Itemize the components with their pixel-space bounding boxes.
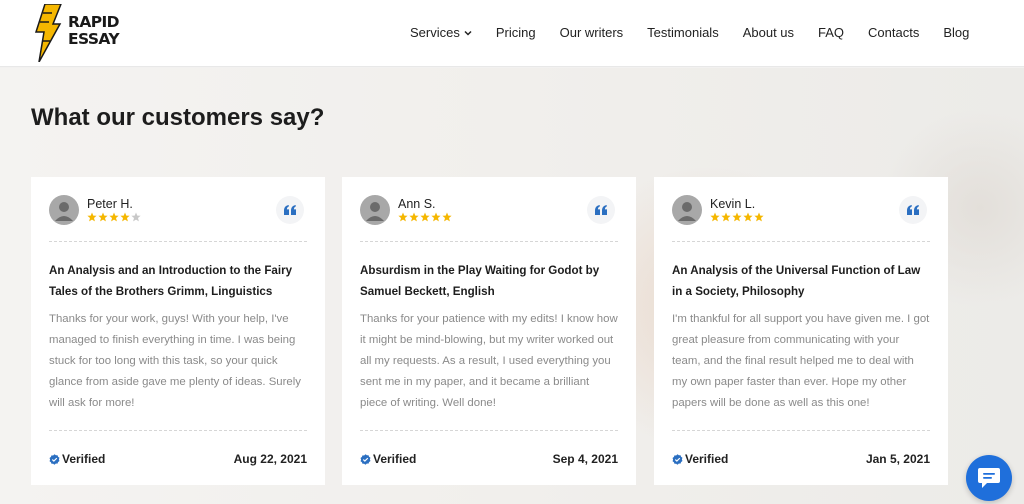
quote-icon — [276, 196, 304, 224]
nav-testimonials[interactable]: Testimonials — [647, 25, 719, 40]
divider — [49, 241, 307, 242]
user-avatar-icon — [360, 195, 390, 225]
divider — [360, 241, 618, 242]
verified-badge: Verified — [360, 452, 416, 466]
verified-label: Verified — [685, 452, 729, 466]
user-avatar-icon — [672, 195, 702, 225]
site-header: RAPID ESSAY Services Pricing Our writers… — [0, 0, 1024, 67]
star-rating — [398, 212, 452, 222]
star-icon — [743, 212, 753, 222]
divider — [49, 430, 307, 431]
star-icon — [754, 212, 764, 222]
quote-icon — [899, 196, 927, 224]
review-title: An Analysis of the Universal Function of… — [672, 264, 921, 298]
main-nav: Services Pricing Our writers Testimonial… — [410, 25, 969, 40]
nav-services-label: Services — [410, 25, 460, 40]
logo[interactable]: RAPID ESSAY — [33, 4, 133, 62]
star-rating — [87, 212, 141, 222]
verified-check-icon — [49, 453, 60, 465]
review-text: I'm thankful for all support you have gi… — [672, 313, 930, 409]
review-card: Ann S. Absurdism in the Play Waiting for… — [342, 177, 636, 485]
divider — [360, 430, 618, 431]
section-title: What our customers say? — [31, 104, 325, 131]
star-icon — [398, 212, 408, 222]
star-icon — [431, 212, 441, 222]
divider — [672, 430, 930, 431]
reviewer-name: Peter H. — [87, 197, 133, 211]
reviewer-name: Ann S. — [398, 197, 436, 211]
user-avatar-icon — [49, 195, 79, 225]
verified-badge: Verified — [49, 452, 105, 466]
nav-our-writers[interactable]: Our writers — [560, 25, 624, 40]
logo-wordmark: RAPID ESSAY — [68, 13, 120, 48]
star-icon — [420, 212, 430, 222]
reviewer-name: Kevin L. — [710, 197, 756, 211]
nav-about-us[interactable]: About us — [743, 25, 794, 40]
star-icon — [442, 212, 452, 222]
review-card: Kevin L. An Analysis of the Universal Fu… — [654, 177, 948, 485]
nav-services[interactable]: Services — [410, 25, 472, 40]
logo-line-2: ESSAY — [68, 30, 120, 48]
star-icon — [710, 212, 720, 222]
nav-blog[interactable]: Blog — [943, 25, 969, 40]
quote-icon — [587, 196, 615, 224]
review-title: An Analysis and an Introduction to the F… — [49, 264, 293, 298]
divider — [672, 241, 930, 242]
star-icon — [732, 212, 742, 222]
review-title: Absurdism in the Play Waiting for Godot … — [360, 264, 600, 298]
chat-icon — [978, 468, 1000, 488]
chevron-down-icon — [464, 30, 472, 36]
verified-badge: Verified — [672, 452, 728, 466]
review-date: Sep 4, 2021 — [552, 452, 618, 466]
nav-contacts[interactable]: Contacts — [868, 25, 919, 40]
lightning-bolt-icon — [34, 4, 62, 62]
review-text: Thanks for your work, guys! With your he… — [49, 313, 301, 409]
nav-pricing[interactable]: Pricing — [496, 25, 536, 40]
logo-line-1: RAPID — [68, 13, 120, 31]
verified-check-icon — [672, 453, 683, 465]
review-date: Jan 5, 2021 — [865, 452, 930, 466]
star-empty-icon — [131, 212, 141, 222]
star-icon — [721, 212, 731, 222]
verified-label: Verified — [62, 452, 106, 466]
star-icon — [109, 212, 119, 222]
review-text: Thanks for your patience with my edits! … — [360, 313, 618, 409]
star-icon — [98, 212, 108, 222]
nav-faq[interactable]: FAQ — [818, 25, 844, 40]
verified-label: Verified — [373, 452, 417, 466]
star-icon — [87, 212, 97, 222]
review-card: Peter H. An Analysis and an Introduction… — [31, 177, 325, 485]
star-icon — [120, 212, 130, 222]
star-rating — [710, 212, 764, 222]
verified-check-icon — [360, 453, 371, 465]
chat-button[interactable] — [966, 455, 1012, 501]
star-icon — [409, 212, 419, 222]
review-date: Aug 22, 2021 — [233, 452, 307, 466]
